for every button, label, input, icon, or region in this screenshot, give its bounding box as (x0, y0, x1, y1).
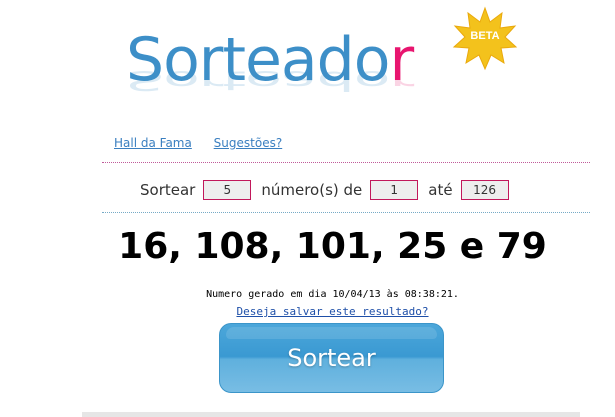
divider-bottom (102, 212, 590, 213)
button-shine (226, 327, 437, 339)
draw-form: Sortear número(s) de até (140, 178, 509, 202)
top-links: Hall da Fama Sugestões? (114, 136, 300, 150)
beta-label: BETA (470, 30, 500, 42)
page-bottom-edge (82, 412, 580, 417)
divider-top (102, 162, 590, 163)
numbers-range-label: número(s) de (261, 181, 363, 199)
result-numbers: 16, 108, 101, 25 e 79 (118, 226, 547, 267)
logo: Sorteador Sorteador BETA (100, 6, 570, 125)
save-result-row: Deseja salvar este resultado? (0, 305, 615, 318)
save-result-link[interactable]: Deseja salvar este resultado? (236, 305, 428, 318)
sortear-button-label: Sortear (287, 344, 376, 372)
logo-reflection: Sorteador (126, 64, 414, 97)
hall-of-fame-link[interactable]: Hall da Fama (114, 136, 192, 150)
to-input[interactable] (460, 180, 509, 200)
beta-badge: BETA (452, 6, 518, 72)
sortear-button[interactable]: Sortear (219, 323, 444, 393)
logo-reflection-main: Sorteado (126, 64, 390, 97)
from-input[interactable] (370, 180, 419, 200)
to-label: até (428, 181, 453, 199)
generated-timestamp: Numero gerado em dia 10/04/13 às 08:38:2… (206, 289, 459, 300)
suggestions-link[interactable]: Sugestões? (214, 136, 283, 150)
sortear-label: Sortear (140, 181, 196, 199)
logo-reflection-accent: r (389, 64, 414, 97)
count-input[interactable] (203, 180, 252, 200)
